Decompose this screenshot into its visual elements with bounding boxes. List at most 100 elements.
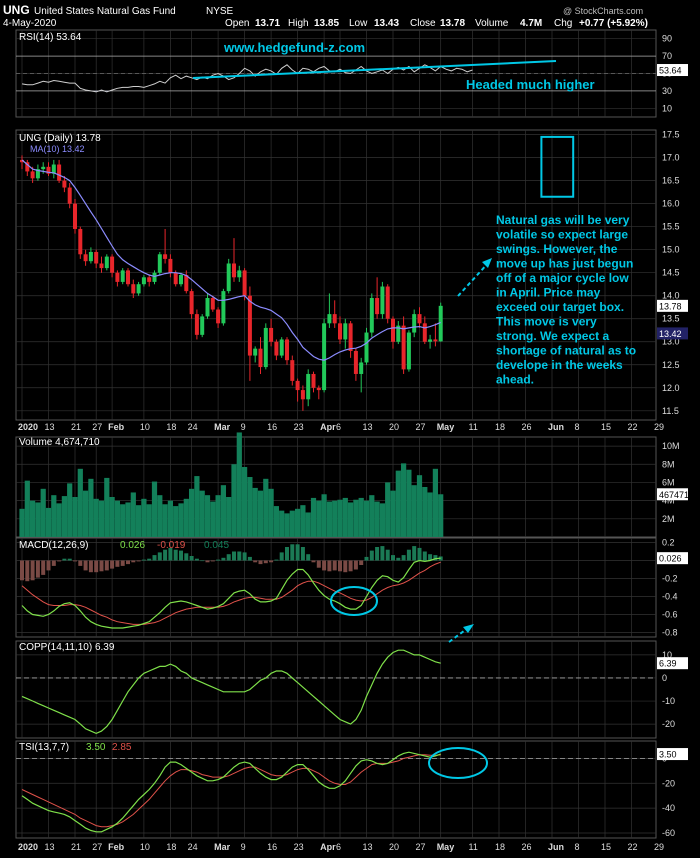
candle-body	[364, 332, 369, 363]
candle-body	[327, 314, 332, 324]
candle-body	[194, 314, 199, 335]
macd-histogram-bar	[62, 558, 67, 561]
ticker-symbol: UNG	[3, 3, 30, 17]
y-tick-label: 12.0	[662, 383, 680, 393]
macd-histogram-bar	[35, 560, 40, 578]
volume-bar	[173, 506, 179, 537]
macd-histogram-bar	[115, 560, 120, 567]
macd-histogram-bar	[274, 559, 279, 561]
macd-histogram-bar	[306, 554, 311, 561]
macd-histogram-bar	[327, 560, 332, 572]
macd-signal-value: -0.019	[157, 540, 186, 551]
volume-bar	[321, 494, 327, 537]
x-axis-label-mid: 21	[71, 422, 81, 432]
commentary-line: Natural gas will be very	[496, 213, 630, 227]
macd-histogram-bar	[237, 551, 242, 561]
macd-legend-value: 0.026	[120, 540, 145, 551]
macd-histogram-bar	[67, 558, 72, 561]
volume-badge: 4674710	[659, 490, 694, 500]
y-tick-label: 10	[662, 103, 672, 113]
price-legend: UNG (Daily) 13.78	[19, 133, 101, 144]
candle-body	[380, 286, 385, 315]
volume-bar	[342, 497, 348, 537]
macd-histogram-bar	[316, 560, 321, 568]
x-axis-label-mid: 20	[389, 422, 399, 432]
candle-body	[274, 341, 279, 356]
low-label: Low	[349, 18, 368, 29]
candle-body	[242, 270, 247, 296]
y-tick-label: 17.0	[662, 153, 680, 163]
candle-body	[237, 270, 242, 278]
commentary-line: This move is very	[496, 315, 597, 329]
x-axis-label-mid: 6	[336, 422, 341, 432]
macd-histogram-bar	[412, 546, 417, 561]
volume-bar	[390, 490, 396, 537]
x-axis-label-mid: 15	[601, 422, 611, 432]
x-axis-label-mid: 29	[654, 422, 664, 432]
macd-histogram-bar	[163, 549, 168, 561]
candle-body	[184, 275, 189, 292]
candle-body	[147, 277, 152, 282]
macd-histogram-bar	[104, 560, 109, 571]
volume-bar	[178, 503, 184, 537]
y-tick-label: -40	[662, 803, 675, 813]
macd-legend-label: MACD(12,26,9)	[19, 540, 88, 551]
x-axis-label-mid: 2020	[18, 422, 38, 432]
candle-body	[141, 277, 146, 285]
close-label: Close	[410, 18, 436, 29]
y-tick-label: -60	[662, 828, 675, 838]
candle-body	[406, 332, 411, 370]
volume-bar	[162, 504, 168, 537]
x-axis-label-bottom: 2020	[18, 842, 38, 852]
macd-histogram-bar	[258, 560, 263, 565]
candle-body	[163, 254, 168, 259]
y-tick-label: 17.5	[662, 130, 680, 140]
x-axis-label-mid: 13	[45, 422, 55, 432]
y-tick-label: 30	[662, 86, 672, 96]
stock-chart: UNG United States Natural Gas Fund NYSE …	[0, 0, 700, 858]
x-axis-label-bottom: Feb	[108, 842, 125, 852]
open-label: Open	[225, 18, 249, 29]
candle-body	[226, 263, 231, 292]
candle-body	[189, 291, 194, 315]
macd-histogram-bar	[422, 551, 427, 561]
volume-bar	[273, 506, 279, 537]
volume-legend: Volume 4,674,710	[19, 437, 100, 448]
y-tick-label: -0.6	[662, 610, 678, 620]
y-tick-label: 16.0	[662, 199, 680, 209]
volume-bar	[358, 497, 364, 537]
macd-histogram-bar	[380, 546, 385, 561]
x-axis-label-bottom: 13	[45, 842, 55, 852]
candle-body	[232, 263, 236, 278]
macd-histogram-bar	[232, 551, 236, 561]
candle-body	[433, 339, 438, 342]
candle-body	[269, 327, 274, 342]
candle-body	[369, 298, 374, 333]
macd-histogram-bar	[279, 552, 284, 561]
volume-bar	[395, 470, 401, 537]
candle-body	[247, 295, 252, 356]
x-axis-label-bottom: 13	[363, 842, 373, 852]
macd-histogram-bar	[131, 560, 136, 563]
macd-histogram-bar	[263, 560, 268, 564]
candle-body	[422, 323, 427, 342]
commentary-line: shortage of natural as to	[496, 344, 636, 358]
x-axis-label-mid: Apr	[320, 422, 336, 432]
y-tick-label: 12.5	[662, 360, 680, 370]
y-tick-label: 10M	[662, 441, 680, 451]
macd-histogram-bar	[51, 560, 56, 566]
commentary-line: off of a major cycle low	[496, 271, 629, 285]
macd-histogram-bar	[295, 544, 300, 561]
volume-bar	[279, 510, 285, 537]
y-tick-label: 14.0	[662, 291, 680, 301]
macd-histogram-bar	[253, 560, 258, 563]
volume-bar	[289, 510, 295, 537]
x-axis-label-mid: 27	[416, 422, 426, 432]
macd-histogram-bar	[269, 560, 274, 563]
copyright-label: @ StockCharts.com	[563, 6, 643, 16]
x-axis-label-bottom: 16	[267, 842, 277, 852]
volume-bar	[231, 464, 237, 537]
volume-bar	[348, 502, 354, 537]
candle-body	[157, 254, 162, 273]
x-axis-label-bottom: 18	[166, 842, 176, 852]
